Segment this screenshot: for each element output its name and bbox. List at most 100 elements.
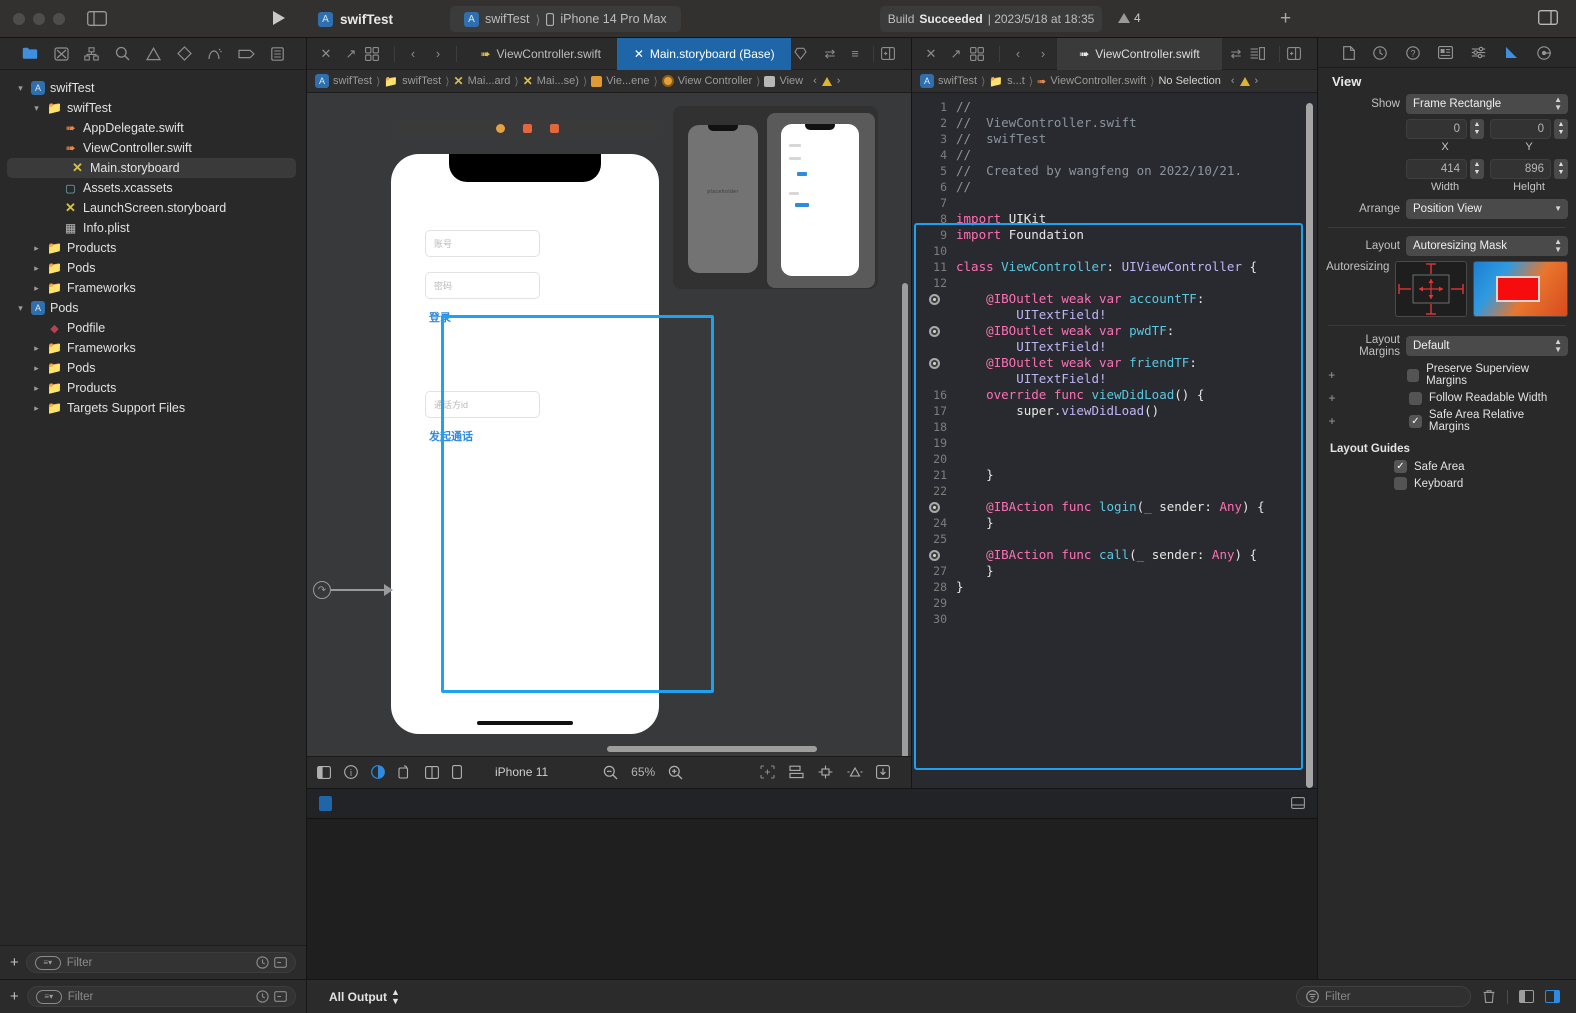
storyboard-breadcrumb[interactable]: AswifTest ⟩ 📁 swifTest ⟩ ✕ Mai...ard ⟩ ✕ Mai...se… — [307, 70, 911, 93]
expand-editor-icon[interactable]: ↗ — [340, 46, 362, 62]
project-navigator-icon[interactable] — [22, 47, 38, 60]
debug-navigator-icon[interactable] — [207, 47, 223, 61]
viewcontroller-thumbnail[interactable] — [781, 124, 859, 276]
checkbox[interactable] — [1406, 368, 1420, 382]
code-line[interactable]: 21 } — [912, 467, 1317, 483]
code-add-editor-icon[interactable] — [1287, 47, 1309, 60]
zoom-window-button[interactable] — [53, 12, 65, 25]
code-line[interactable]: 6 // — [912, 179, 1317, 195]
minimap-icon[interactable]: ≡ — [844, 46, 866, 61]
x-field-group[interactable]: 0 ▲ ▼ — [1406, 119, 1484, 139]
file-tree-item[interactable]: ▢ Assets.xcassets — [0, 178, 306, 198]
back-navigation-icon[interactable]: ‹ — [402, 46, 424, 61]
breakpoint-navigator-icon[interactable] — [238, 48, 255, 60]
account-textfield[interactable]: 账号 — [425, 230, 540, 257]
width-field-group[interactable]: 414 ▲ ▼ — [1406, 159, 1484, 179]
code-line[interactable]: 10 — [912, 243, 1317, 259]
code-line[interactable]: @IBOutlet weak var pwdTF: — [912, 323, 1317, 339]
storyboard-canvas[interactable]: placeholder 账号 密码 登录 通话方id 发起通话 ↷ — [307, 93, 911, 756]
toggle-inspector-icon[interactable] — [1538, 10, 1558, 25]
zoom-in-button[interactable] — [668, 765, 683, 780]
output-scope-selector[interactable]: All Output ▲ ▼ — [329, 988, 400, 1005]
code-line[interactable]: 30 — [912, 611, 1317, 627]
file-tree-item[interactable]: ▸ 📁 Frameworks — [0, 338, 306, 358]
project-file-tree[interactable]: ▾ AswifTest ▾ 📁 swifTest ➠ AppDelegate.swift ➠ V… — [0, 70, 306, 945]
file-tree-item[interactable]: ▸ 📁 Targets Support Files — [0, 398, 306, 418]
margin-checkbox-row[interactable]: + Follow Readable Width — [1326, 391, 1568, 405]
file-tree-item[interactable]: ▸ 📁 Frameworks — [0, 278, 306, 298]
disclosure-triangle-icon[interactable]: ▸ — [31, 263, 42, 274]
canvas-horizontal-scrollbar[interactable] — [607, 745, 817, 752]
quick-help-inspector-icon[interactable]: ? — [1405, 45, 1420, 60]
breadcrumb-warning-nav[interactable]: ‹ › — [813, 75, 840, 87]
code-line[interactable]: 12 — [912, 275, 1317, 291]
connections-inspector-icon[interactable] — [1537, 45, 1551, 60]
device-size-icon[interactable] — [452, 765, 477, 779]
code-line[interactable]: 20 — [912, 451, 1317, 467]
filter-options-icon[interactable]: ≡▾ — [34, 955, 61, 970]
file-tree-item[interactable]: ▾ A Pods — [0, 298, 306, 318]
file-tree-item[interactable]: ➠ ViewController.swift — [0, 138, 306, 158]
breadcrumb-item[interactable]: ✕ Mai...ard — [454, 74, 511, 88]
interface-builder-connection-icon[interactable] — [912, 291, 956, 307]
code-line[interactable]: @IBAction func call(_ sender: Any) { — [912, 547, 1317, 563]
close-window-button[interactable] — [13, 12, 25, 25]
code-line[interactable]: @IBOutlet weak var friendTF: — [912, 355, 1317, 371]
code-assistant-icon[interactable]: ⇄ — [1225, 46, 1247, 62]
source-control-navigator-icon[interactable] — [54, 46, 69, 61]
appearance-toggle-icon[interactable] — [371, 765, 396, 779]
code-back-icon[interactable]: ‹ — [1007, 46, 1029, 61]
code-line[interactable]: 7 — [912, 195, 1317, 211]
test-navigator-icon[interactable] — [176, 46, 192, 61]
code-line[interactable]: @IBOutlet weak var accountTF: — [912, 291, 1317, 307]
add-editor-right-icon[interactable] — [881, 47, 903, 60]
editor-options-icon[interactable] — [365, 46, 387, 61]
launchscreen-thumbnail[interactable]: placeholder — [688, 125, 758, 273]
bottom-sourcecontrol-filter-icon[interactable] — [274, 990, 287, 1003]
arrange-select[interactable]: Position View ▼ — [1406, 199, 1568, 219]
interface-builder-connection-icon[interactable] — [912, 355, 956, 371]
console-filter-input[interactable]: Filter — [1296, 986, 1471, 1007]
breadcrumb-warning-nav[interactable]: ‹ › — [1231, 75, 1258, 87]
layout-guide-row[interactable]: ✓ Safe Area — [1394, 460, 1568, 473]
scene-dock[interactable] — [391, 119, 663, 138]
view-controller-dock-icon[interactable] — [495, 124, 505, 133]
y-field-group[interactable]: 0 ▲ ▼ — [1490, 119, 1568, 139]
code-line[interactable]: 2 // ViewController.swift — [912, 115, 1317, 131]
code-tab-strip[interactable]: ➠ ViewController.swift — [1057, 37, 1222, 70]
add-variation-icon[interactable]: + — [1326, 414, 1338, 428]
bottom-recent-filter-icon[interactable] — [256, 990, 269, 1003]
canvas-device-label[interactable]: iPhone 11 — [495, 765, 548, 779]
tab-viewcontroller-swift[interactable]: ➠ ViewController.swift — [1057, 37, 1222, 70]
orientation-icon[interactable] — [398, 765, 423, 779]
layout-select[interactable]: Autoresizing Mask ▲ ▼ — [1406, 236, 1568, 256]
forward-navigation-icon[interactable]: › — [427, 46, 449, 61]
code-forward-icon[interactable]: › — [1032, 46, 1054, 61]
add-variation-icon[interactable]: + — [1326, 368, 1338, 382]
console-filter-icon[interactable] — [1306, 990, 1319, 1003]
code-lines[interactable]: 1//2// ViewController.swift 3// swifTest 4… — [912, 93, 1317, 627]
library-icon[interactable] — [794, 47, 816, 60]
storyboard-tab-strip[interactable]: ➠ ViewController.swift ✕ Main.storyboard (B… — [464, 37, 792, 70]
file-tree-item[interactable]: ▸ 📁 Products — [0, 238, 306, 258]
code-line[interactable]: UITextField! — [912, 339, 1317, 355]
breadcrumb-prev-issue-icon[interactable]: ‹ — [813, 75, 817, 87]
code-vertical-scrollbar[interactable] — [1306, 103, 1313, 788]
file-tree-item[interactable]: ✕ LaunchScreen.storyboard — [0, 198, 306, 218]
editor-tab[interactable]: ➠ ViewController.swift — [464, 38, 617, 70]
height-field-group[interactable]: 896 ▲ ▼ — [1490, 159, 1568, 179]
code-line[interactable]: 9 import Foundation — [912, 227, 1317, 243]
canvas-vertical-scrollbar[interactable] — [902, 283, 908, 756]
code-line[interactable]: 27 } — [912, 563, 1317, 579]
code-line[interactable]: 16 override func viewDidLoad() { — [912, 387, 1317, 403]
interface-builder-connection-icon[interactable] — [912, 499, 956, 515]
breadcrumb-item[interactable]: 📁 swifTest — [384, 75, 441, 88]
toggle-navigator-icon[interactable] — [87, 11, 117, 26]
layout-margins-select[interactable]: Default ▲ ▼ — [1406, 336, 1568, 356]
navigator-filter-input[interactable]: ≡▾ Filter — [25, 952, 296, 973]
split-view-icon[interactable] — [425, 765, 450, 779]
resolve-issues-icon[interactable] — [847, 765, 872, 779]
x-stepper[interactable]: ▲ ▼ — [1470, 119, 1484, 139]
code-line[interactable]: 19 — [912, 435, 1317, 451]
code-line[interactable]: 11 class ViewController: UIViewController… — [912, 259, 1317, 275]
